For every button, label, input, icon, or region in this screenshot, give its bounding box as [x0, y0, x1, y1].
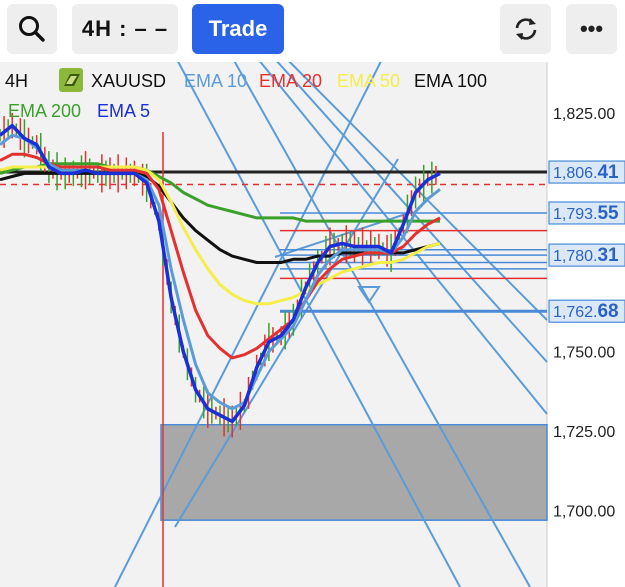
price-chart[interactable]: 4H XAUUSD EMA 10 EMA 20 EMA 50 EMA 100 E… [0, 62, 625, 587]
demand-zone [160, 423, 548, 521]
svg-text:1,806.41: 1,806.41 [553, 162, 619, 183]
y-tick-label: 1,700.00 [553, 504, 615, 521]
refresh-icon [515, 18, 536, 40]
y-tick-label: 1,825.00 [553, 106, 615, 123]
legend-ema-5: EMA 5 [97, 101, 150, 121]
price-tag: 1,793.55 [548, 201, 625, 225]
y-tick-label: 1,750.00 [553, 345, 615, 362]
gold-icon [59, 68, 83, 92]
legend-ema-200: EMA 200 [8, 101, 81, 121]
trade-button[interactable]: Trade [192, 4, 284, 54]
search-button[interactable] [7, 4, 57, 54]
legend-ema-100: EMA 100 [414, 71, 487, 91]
legend-timeframe: 4H [5, 71, 28, 91]
svg-text:1,762.68: 1,762.68 [553, 301, 619, 322]
legend-symbol: XAUUSD [91, 71, 166, 91]
refresh-button[interactable] [500, 4, 551, 54]
legend-ema-10: EMA 10 [184, 71, 247, 91]
svg-text:1,780.31: 1,780.31 [553, 245, 619, 266]
y-tick-label: 1,725.00 [553, 424, 615, 441]
search-icon [19, 16, 45, 42]
more-options-button[interactable]: ••• [566, 4, 617, 54]
toolbar: 4H : – – Trade ••• [0, 0, 625, 62]
price-tag: 1,762.68 [548, 299, 625, 323]
price-tag: 1,806.41 [548, 160, 625, 184]
svg-text:1,793.55: 1,793.55 [553, 203, 619, 224]
price-tag: 1,780.31 [548, 243, 625, 267]
legend-ema-50: EMA 50 [337, 71, 400, 91]
legend-ema-20: EMA 20 [259, 71, 322, 91]
timeframe-button[interactable]: 4H : – – [72, 4, 178, 54]
